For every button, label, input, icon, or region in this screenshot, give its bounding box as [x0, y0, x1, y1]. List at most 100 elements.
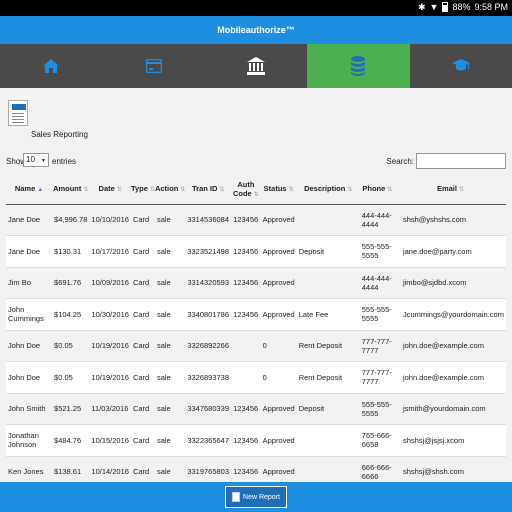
- cell-status: 0: [260, 330, 297, 362]
- column-header[interactable]: Name ▲: [6, 174, 53, 205]
- cell-email: shsh@yshshs.com: [394, 204, 506, 236]
- cell-status: Approved: [260, 204, 297, 236]
- cell-status: Approved: [260, 235, 297, 268]
- cell-date: 10/19/2016: [89, 330, 131, 362]
- column-header-label: Date: [98, 184, 115, 194]
- cell-status: Approved: [260, 393, 297, 425]
- cell-action: sale: [154, 267, 186, 299]
- cell-phone: 444-444-4444: [359, 267, 395, 299]
- cell-type: Card: [130, 235, 155, 268]
- cell-amount: $691.76: [52, 267, 90, 299]
- column-header-label: Description: [304, 184, 346, 194]
- cell-description: [296, 424, 360, 457]
- sort-icon: ⇅: [219, 187, 225, 194]
- cell-phone: 555-555-5555: [359, 235, 395, 268]
- column-header-label: Auth Code: [232, 179, 255, 198]
- cell-type: Card: [130, 298, 155, 331]
- cell-type: Card: [130, 393, 155, 425]
- table-row[interactable]: Ken Jones $138.61 10/14/2016 Card sale 331976…: [6, 456, 506, 482]
- column-header[interactable]: Auth Code ⇅: [231, 174, 261, 205]
- nav-tab-reports[interactable]: [307, 44, 410, 88]
- cell-phone: 444-444-4444: [359, 204, 395, 236]
- cell-email: john.doe@example.com: [394, 330, 506, 362]
- cell-name: John Doe: [6, 361, 53, 394]
- cell-email: jane.doe@party.com: [394, 235, 506, 268]
- search-label: Search:: [386, 157, 414, 166]
- cell-phone: 666-666-6666: [359, 456, 395, 482]
- cell-email: Jcummings@yourdomain.com: [394, 298, 506, 331]
- table-row[interactable]: Jim Bo $691.76 10/09/2016 Card sale 331432059…: [6, 267, 506, 299]
- bluetooth-icon: ✱: [417, 2, 426, 12]
- page-size-select[interactable]: 10 ▼: [23, 153, 49, 167]
- sort-icon: ⇅: [116, 187, 122, 194]
- cell-auth-code: [231, 330, 261, 362]
- cell-name: Ken Jones: [6, 456, 53, 482]
- cell-name: John Cummings: [6, 298, 53, 331]
- column-header-label: Status: [263, 184, 287, 194]
- cell-action: sale: [154, 204, 186, 236]
- wifi-icon: ▼: [429, 2, 439, 12]
- column-header[interactable]: Type ⇅: [130, 174, 155, 205]
- nav-tab-bank[interactable]: [205, 44, 307, 88]
- table-row[interactable]: John Smith $521.25 11/03/2016 Card sale 33476…: [6, 393, 506, 425]
- nav-tab-payment[interactable]: [102, 44, 204, 88]
- cell-name: John Doe: [6, 330, 53, 362]
- table-row[interactable]: Jane Doe $130.31 10/17/2016 Card sale 3323521…: [6, 235, 506, 268]
- bank-icon: [247, 57, 266, 75]
- report-title: Sales Reporting: [31, 130, 88, 139]
- cell-amount: $130.31: [52, 235, 90, 268]
- cell-name: Jonathan Johnson: [6, 424, 53, 457]
- cell-amount: $138.61: [52, 456, 90, 482]
- cell-auth-code: 123456: [231, 393, 261, 425]
- cell-date: 10/14/2016: [89, 456, 131, 482]
- cell-description: [296, 267, 360, 299]
- cell-email: jsmith@yourdomain.com: [394, 393, 506, 425]
- sort-icon: ⇅: [347, 187, 353, 194]
- cell-tran-id: 3322365647: [185, 424, 232, 457]
- table-row[interactable]: John Doe $0.05 10/19/2016 Card sale 332689373…: [6, 361, 506, 394]
- column-header[interactable]: Phone ⇅: [359, 174, 395, 205]
- cell-name: John Smith: [6, 393, 53, 425]
- sales-table: Name ▲ Amount ⇅ Date ⇅ Type ⇅ Action ⇅ Tran ID ⇅ Aut…: [6, 174, 506, 482]
- cell-tran-id: 3314536084: [185, 204, 232, 236]
- battery-level: 88%: [452, 2, 471, 12]
- home-icon: [43, 59, 60, 73]
- column-header-label: Amount: [53, 184, 82, 194]
- new-report-label: New Report: [243, 493, 280, 501]
- table-row[interactable]: John Cummings $104.25 10/30/2016 Card sale 33…: [6, 298, 506, 331]
- column-header[interactable]: Tran ID ⇅: [185, 174, 232, 205]
- nav-tab-home[interactable]: [0, 44, 102, 88]
- new-report-button[interactable]: New Report: [225, 486, 287, 508]
- column-header-label: Name: [14, 184, 36, 194]
- column-header[interactable]: Action ⇅: [154, 174, 186, 205]
- cell-description: Rent Deposit: [296, 330, 360, 362]
- table-body: Jane Doe $4,996.78 10/10/2016 Card sale 33145…: [6, 204, 506, 482]
- column-header[interactable]: Description ⇅: [296, 174, 360, 205]
- cell-amount: $4,996.78: [52, 204, 90, 236]
- table-row[interactable]: John Doe $0.05 10/19/2016 Card sale 332689226…: [6, 330, 506, 362]
- cell-type: Card: [130, 361, 155, 394]
- cell-auth-code: 123456: [231, 204, 261, 236]
- cell-name: Jim Bo: [6, 267, 53, 299]
- cell-tran-id: 3314320593: [185, 267, 232, 299]
- cell-auth-code: 123456: [231, 424, 261, 457]
- table-row[interactable]: Jane Doe $4,996.78 10/10/2016 Card sale 33145…: [6, 204, 506, 236]
- cell-phone: 777-777-7777: [359, 361, 395, 394]
- cell-tran-id: 3323521498: [185, 235, 232, 268]
- column-header[interactable]: Status ⇅: [260, 174, 297, 205]
- cell-amount: $104.25: [52, 298, 90, 331]
- column-header[interactable]: Date ⇅: [89, 174, 131, 205]
- cell-date: 11/03/2016: [89, 393, 131, 425]
- nav-tab-training[interactable]: [410, 44, 512, 88]
- sort-icon: ⇅: [387, 187, 393, 194]
- table-row[interactable]: Jonathan Johnson $484.76 10/15/2016 Card sal…: [6, 424, 506, 457]
- cell-name: Jane Doe: [6, 235, 53, 268]
- report-document-icon: [8, 100, 28, 126]
- search-input[interactable]: [416, 153, 506, 169]
- column-header[interactable]: Email ⇅: [394, 174, 506, 205]
- cell-description: Deposit: [296, 393, 360, 425]
- column-header[interactable]: Amount ⇅: [52, 174, 90, 205]
- graduation-cap-icon: [451, 59, 470, 71]
- cell-amount: $521.25: [52, 393, 90, 425]
- sort-icon: ⇅: [83, 187, 89, 194]
